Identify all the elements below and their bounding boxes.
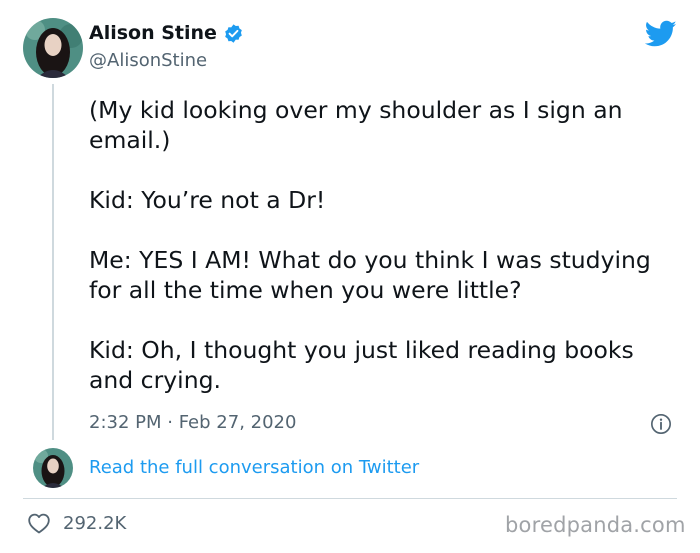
verified-badge-icon — [225, 23, 242, 43]
tweet-paragraph: Kid: You’re not a Dr! — [89, 186, 326, 214]
read-conversation-link[interactable]: Read the full conversation on Twitter — [89, 457, 419, 478]
tweet-text: (My kid looking over my shoulder as I si… — [89, 95, 684, 395]
tweet-paragraph: Me: YES I AM! What do you think I was st… — [89, 246, 651, 304]
like-count: 292.2K — [63, 512, 127, 534]
display-name[interactable]: Alison Stine — [89, 22, 244, 44]
divider — [23, 498, 677, 499]
twitter-bird-icon[interactable] — [645, 20, 677, 48]
display-name-text: Alison Stine — [89, 22, 217, 44]
tweet-timestamp[interactable]: 2:32 PM · Feb 27, 2020 — [89, 412, 296, 433]
heart-icon[interactable] — [27, 512, 51, 534]
thread-line — [52, 84, 54, 440]
tweet-paragraph: Kid: Oh, I thought you just liked readin… — [89, 336, 634, 394]
avatar[interactable] — [23, 18, 83, 78]
user-handle[interactable]: @AlisonStine — [89, 50, 207, 71]
avatar-small[interactable] — [33, 448, 73, 488]
like-button[interactable]: 292.2K — [27, 512, 126, 534]
tweet-paragraph: (My kid looking over my shoulder as I si… — [89, 96, 623, 154]
watermark: boredpanda.com — [505, 513, 686, 537]
info-icon[interactable] — [650, 413, 672, 435]
